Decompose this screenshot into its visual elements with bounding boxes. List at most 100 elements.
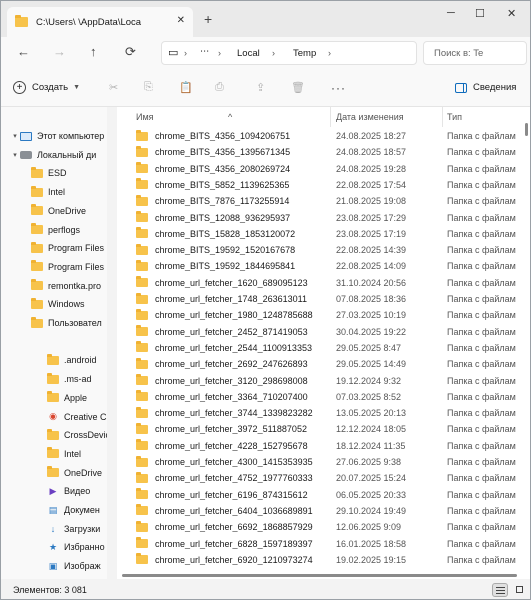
details-button[interactable]: Сведения bbox=[455, 82, 516, 93]
maximize-button[interactable]: ☐ bbox=[475, 7, 485, 20]
tiles-view-button[interactable] bbox=[512, 583, 528, 597]
refresh-icon[interactable]: ⟳ bbox=[125, 44, 136, 60]
up-arrow-icon[interactable]: ↑ bbox=[90, 44, 97, 59]
file-row[interactable]: chrome_BITS_19592_1844695841 22.08.2025 1… bbox=[117, 258, 517, 274]
column-header-type[interactable]: Тип bbox=[447, 112, 462, 122]
sidebar-item[interactable]: Apple bbox=[47, 389, 87, 407]
file-row[interactable]: chrome_BITS_12088_936295937 23.08.2025 17… bbox=[117, 210, 517, 226]
file-row[interactable]: chrome_url_fetcher_2544_1100913353 29.05.… bbox=[117, 340, 517, 356]
sidebar-item[interactable]: ↓ Загрузки bbox=[47, 520, 100, 538]
folder-icon bbox=[136, 276, 148, 288]
file-row[interactable]: chrome_BITS_5852_1139625365 22.08.2025 17… bbox=[117, 177, 517, 193]
file-row[interactable]: chrome_BITS_15828_1853120072 23.08.2025 1… bbox=[117, 226, 517, 242]
file-row[interactable]: chrome_url_fetcher_6196_874315612 06.05.2… bbox=[117, 487, 517, 503]
file-date: 12.06.2025 9:09 bbox=[336, 522, 402, 533]
copy-icon[interactable]: ⎘ bbox=[144, 81, 153, 94]
horizontal-scrollbar[interactable] bbox=[122, 574, 517, 577]
sidebar-item[interactable]: .android bbox=[47, 351, 97, 369]
file-row[interactable]: chrome_url_fetcher_1980_1248785688 27.03.… bbox=[117, 307, 517, 323]
forward-arrow-icon[interactable]: → bbox=[53, 44, 66, 59]
paste-icon[interactable]: 📋 bbox=[179, 81, 193, 94]
sidebar-item[interactable]: ▾ Локальный ди bbox=[10, 146, 96, 164]
file-row[interactable]: chrome_url_fetcher_1620_689095123 31.10.2… bbox=[117, 275, 517, 291]
vertical-scrollbar[interactable] bbox=[525, 123, 528, 136]
file-row[interactable]: chrome_url_fetcher_6920_1210973274 19.02.… bbox=[117, 552, 517, 568]
breadcrumb-local[interactable]: Local bbox=[237, 48, 260, 59]
file-row[interactable]: chrome_url_fetcher_6404_1036689891 29.10.… bbox=[117, 503, 517, 519]
file-row[interactable]: chrome_url_fetcher_3364_710207400 07.03.2… bbox=[117, 389, 517, 405]
sidebar-item[interactable]: perflogs bbox=[31, 221, 80, 239]
sidebar-item-label: .android bbox=[64, 355, 97, 366]
chevron-down-icon[interactable]: ▾ bbox=[10, 151, 20, 159]
search-input[interactable]: Поиск в: Te bbox=[423, 41, 527, 65]
sidebar-item[interactable]: OneDrive bbox=[31, 202, 86, 220]
details-view-button[interactable] bbox=[492, 583, 508, 597]
folder-icon bbox=[136, 259, 148, 271]
cut-icon[interactable]: ✂ bbox=[109, 81, 118, 94]
file-row[interactable]: chrome_url_fetcher_3972_511887052 12.12.2… bbox=[117, 421, 517, 437]
file-row[interactable]: chrome_BITS_19592_1520167678 22.08.2025 1… bbox=[117, 242, 517, 258]
sidebar-item[interactable]: remontka.pro bbox=[31, 277, 101, 295]
delete-icon[interactable]: 🗑 bbox=[291, 81, 305, 94]
chevron-right-icon: › bbox=[218, 48, 221, 58]
file-row[interactable]: chrome_url_fetcher_6828_1597189397 16.01.… bbox=[117, 536, 517, 552]
chevron-down-icon: ▼ bbox=[73, 84, 81, 91]
file-row[interactable]: chrome_url_fetcher_4300_1415353935 27.06.… bbox=[117, 454, 517, 470]
sidebar-item-label: Пользовател bbox=[48, 318, 102, 328]
breadcrumb-temp[interactable]: Temp bbox=[293, 48, 316, 59]
file-date: 27.03.2025 10:19 bbox=[336, 310, 407, 321]
sidebar-item[interactable]: Program Files bbox=[31, 258, 104, 276]
sidebar-item[interactable]: ◉ Creative Cl bbox=[47, 408, 107, 426]
chevron-down-icon[interactable]: ▾ bbox=[10, 132, 20, 140]
sidebar-item[interactable]: .ms-ad bbox=[47, 370, 92, 388]
file-row[interactable]: chrome_url_fetcher_6692_1868857929 12.06.… bbox=[117, 519, 517, 535]
tab-current[interactable]: C:\Users\ \AppData\Loca ✕ bbox=[7, 7, 193, 37]
sidebar-item[interactable]: CrossDevic bbox=[47, 426, 107, 444]
file-row[interactable]: chrome_BITS_7876_1173255914 21.08.2025 19… bbox=[117, 193, 517, 209]
sidebar-item[interactable]: Program Files bbox=[31, 239, 104, 257]
sidebar-item[interactable]: ▾ Этот компьютер bbox=[10, 127, 104, 145]
file-row[interactable]: chrome_url_fetcher_4228_152795678 18.12.2… bbox=[117, 438, 517, 454]
file-date: 22.08.2025 14:39 bbox=[336, 245, 407, 256]
more-options-icon[interactable]: ··· bbox=[331, 81, 346, 95]
sidebar-item[interactable]: Intel bbox=[47, 445, 81, 463]
file-row[interactable]: chrome_url_fetcher_4752_1977760333 20.07.… bbox=[117, 470, 517, 486]
file-date: 12.12.2024 18:05 bbox=[336, 424, 407, 435]
sidebar-item[interactable]: ▤ Докумен bbox=[47, 501, 100, 519]
tab-close-icon[interactable]: ✕ bbox=[177, 15, 185, 26]
create-button[interactable]: + Создать ▼ bbox=[13, 81, 80, 94]
command-bar: + Создать ▼ ✂ ⎘ 📋 ⎙ ⇪ 🗑 ··· Сведения bbox=[1, 69, 530, 107]
column-header-name[interactable]: Имя bbox=[136, 112, 154, 122]
back-arrow-icon[interactable]: ← bbox=[17, 44, 30, 59]
file-name: chrome_url_fetcher_4228_152795678 bbox=[155, 440, 308, 451]
file-row[interactable]: chrome_BITS_4356_1094206751 24.08.2025 18… bbox=[117, 128, 517, 144]
sidebar-item[interactable]: ★ Избранно bbox=[47, 538, 105, 556]
column-divider[interactable] bbox=[442, 107, 443, 127]
folder-icon bbox=[31, 204, 43, 216]
sidebar-item[interactable]: ESD bbox=[31, 164, 67, 182]
file-row[interactable]: chrome_BITS_4356_2080269724 24.08.2025 19… bbox=[117, 161, 517, 177]
sidebar-item[interactable]: Intel bbox=[31, 183, 65, 201]
sidebar-item[interactable]: Windows bbox=[31, 295, 85, 313]
close-window-button[interactable]: ✕ bbox=[507, 7, 516, 20]
minimize-button[interactable]: ─ bbox=[447, 7, 455, 19]
new-tab-button[interactable]: + bbox=[204, 11, 212, 27]
file-row[interactable]: chrome_url_fetcher_3744_1339823282 13.05.… bbox=[117, 405, 517, 421]
sidebar-item[interactable]: ▶ Видео bbox=[47, 482, 91, 500]
ellipsis-icon[interactable]: ⋯ bbox=[200, 46, 210, 57]
column-header-date[interactable]: Дата изменения bbox=[336, 112, 404, 122]
share-icon[interactable]: ⇪ bbox=[256, 81, 265, 94]
address-bar[interactable]: ▭ › ⋯ › Local › Temp › bbox=[161, 41, 417, 65]
file-row[interactable]: chrome_url_fetcher_2692_247626893 29.05.2… bbox=[117, 356, 517, 372]
file-row[interactable]: chrome_BITS_4356_1395671345 24.08.2025 18… bbox=[117, 144, 517, 160]
file-row[interactable]: chrome_url_fetcher_1748_263613011 07.08.2… bbox=[117, 291, 517, 307]
rename-icon[interactable]: ⎙ bbox=[215, 81, 224, 94]
sidebar-item[interactable]: ▣ Изображ bbox=[47, 557, 101, 575]
file-type: Папка с файлам bbox=[447, 326, 516, 337]
file-list: ^ Имя Дата изменения Тип chrome_BITS_435… bbox=[117, 107, 530, 579]
sidebar-item[interactable]: OneDrive bbox=[47, 464, 102, 482]
column-divider[interactable] bbox=[330, 107, 331, 127]
sidebar-item[interactable]: Пользовател bbox=[31, 314, 102, 332]
file-row[interactable]: chrome_url_fetcher_2452_871419053 30.04.2… bbox=[117, 324, 517, 340]
file-row[interactable]: chrome_url_fetcher_3120_298698008 19.12.2… bbox=[117, 373, 517, 389]
